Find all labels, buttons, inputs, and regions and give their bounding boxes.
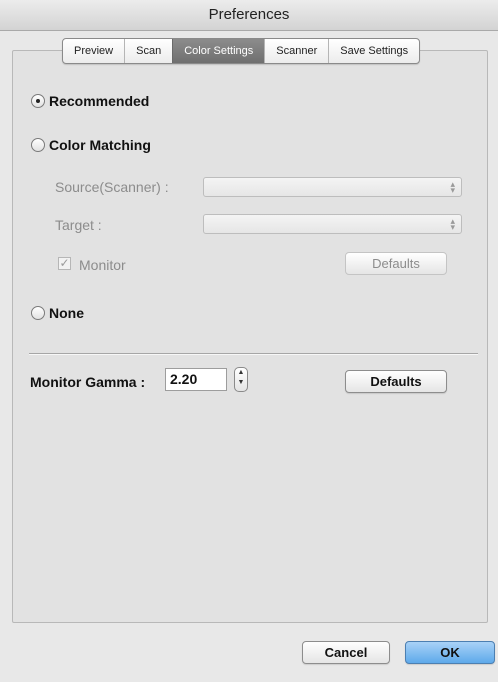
tab-save-settings[interactable]: Save Settings (328, 39, 419, 63)
section-divider (29, 353, 478, 355)
tab-color-settings[interactable]: Color Settings (172, 39, 265, 63)
recommended-option[interactable]: Recommended (31, 93, 149, 109)
window-title: Preferences (208, 6, 290, 23)
checkmark-icon: ✓ (59, 256, 70, 270)
window-title-bar: Preferences (0, 0, 498, 31)
recommended-label: Recommended (49, 93, 150, 109)
monitor-checkbox[interactable]: ✓ (58, 257, 71, 270)
monitor-gamma-input[interactable]: 2.20 (165, 368, 227, 391)
none-option[interactable]: None (31, 305, 84, 321)
source-scanner-label: Source(Scanner) : (55, 179, 169, 195)
monitor-label: Monitor (79, 257, 126, 273)
stepper-up-icon[interactable]: ▲ (235, 368, 247, 378)
popup-arrows-icon: ▴ ▾ (450, 216, 455, 232)
source-scanner-popup[interactable]: ▴ ▾ (203, 177, 462, 197)
color-matching-option[interactable]: Color Matching (31, 137, 151, 153)
settings-panel (12, 50, 488, 623)
none-label: None (49, 305, 84, 321)
gamma-defaults-button[interactable]: Defaults (345, 370, 447, 393)
monitor-gamma-label: Monitor Gamma : (30, 374, 146, 390)
cancel-button[interactable]: Cancel (302, 641, 390, 664)
color-matching-radio[interactable] (31, 138, 45, 152)
tab-scanner[interactable]: Scanner (264, 39, 328, 63)
color-defaults-button[interactable]: Defaults (345, 252, 447, 275)
popup-arrows-icon: ▴ ▾ (450, 179, 455, 195)
tab-preview[interactable]: Preview (63, 39, 124, 63)
color-matching-label: Color Matching (49, 137, 151, 153)
recommended-radio[interactable] (31, 94, 45, 108)
none-radio[interactable] (31, 306, 45, 320)
target-label: Target : (55, 217, 102, 233)
stepper-down-icon[interactable]: ▼ (235, 378, 247, 388)
target-popup[interactable]: ▴ ▾ (203, 214, 462, 234)
ok-button[interactable]: OK (405, 641, 495, 664)
preferences-tab-bar: Preview Scan Color Settings Scanner Save… (62, 38, 421, 64)
tab-scan[interactable]: Scan (124, 39, 172, 63)
gamma-stepper[interactable]: ▲ ▼ (234, 367, 248, 392)
